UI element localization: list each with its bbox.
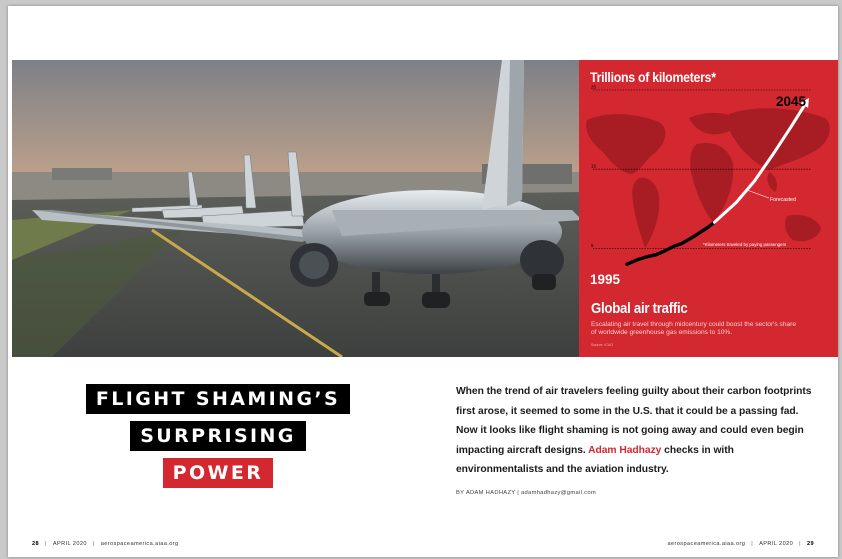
chart-y-ticks: 5 15 25	[591, 85, 596, 248]
deck-author-name: Adam Hadhazy	[588, 444, 662, 456]
headline-line-3: POWER	[162, 458, 274, 488]
chart-caption-title: Global air traffic	[591, 300, 688, 317]
air-traffic-chart-panel: 5 15 25 Forecasted *Kilometers traveled by…	[579, 60, 838, 357]
chart-footnote: *Kilometers traveled by paying passenger…	[703, 242, 787, 247]
article-headline: FLIGHT SHAMING’S SURPRISING POWER	[48, 384, 388, 495]
right-page-number: 29	[806, 541, 814, 547]
forecasted-label: Forecasted	[770, 197, 796, 203]
end-year-label: 2045	[776, 93, 806, 109]
y-tick-label-15: 15	[591, 164, 596, 169]
y-tick-label-5: 5	[591, 243, 594, 248]
forecast-leader-line	[746, 189, 770, 199]
runway-photo	[12, 60, 582, 357]
headline-line-1: FLIGHT SHAMING’S	[85, 384, 351, 414]
right-issue-date: APRIL 2020	[759, 541, 794, 547]
footer-left: 28 | APRIL 2020 | aerospaceamerica.aiaa.org	[32, 541, 179, 547]
article-deck: When the trend of air travelers feeling …	[456, 382, 816, 480]
left-issue-date: APRIL 2020	[52, 541, 87, 547]
chart-title: Trillions of kilometers*	[590, 69, 716, 85]
footer-right: aerospaceamerica.aiaa.org | APRIL 2020 | 29	[667, 541, 814, 547]
left-page-number: 28	[32, 541, 40, 547]
magazine-spread: 5 15 25 Forecasted *Kilometers traveled by…	[8, 6, 838, 557]
start-year-label: 1995	[590, 271, 620, 287]
left-site-link[interactable]: aerospaceamerica.aiaa.org	[101, 541, 179, 547]
chart-source: Source: ICAO	[591, 343, 614, 347]
article-byline: BY ADAM HADHAZY | adamhadhazy@gmail.com	[456, 490, 597, 496]
y-tick-label-25: 25	[591, 85, 596, 90]
chart-caption: Escalating air travel through midcentury…	[591, 321, 797, 337]
headline-line-2: SURPRISING	[130, 421, 306, 451]
right-site-link[interactable]: aerospaceamerica.aiaa.org	[667, 541, 745, 547]
